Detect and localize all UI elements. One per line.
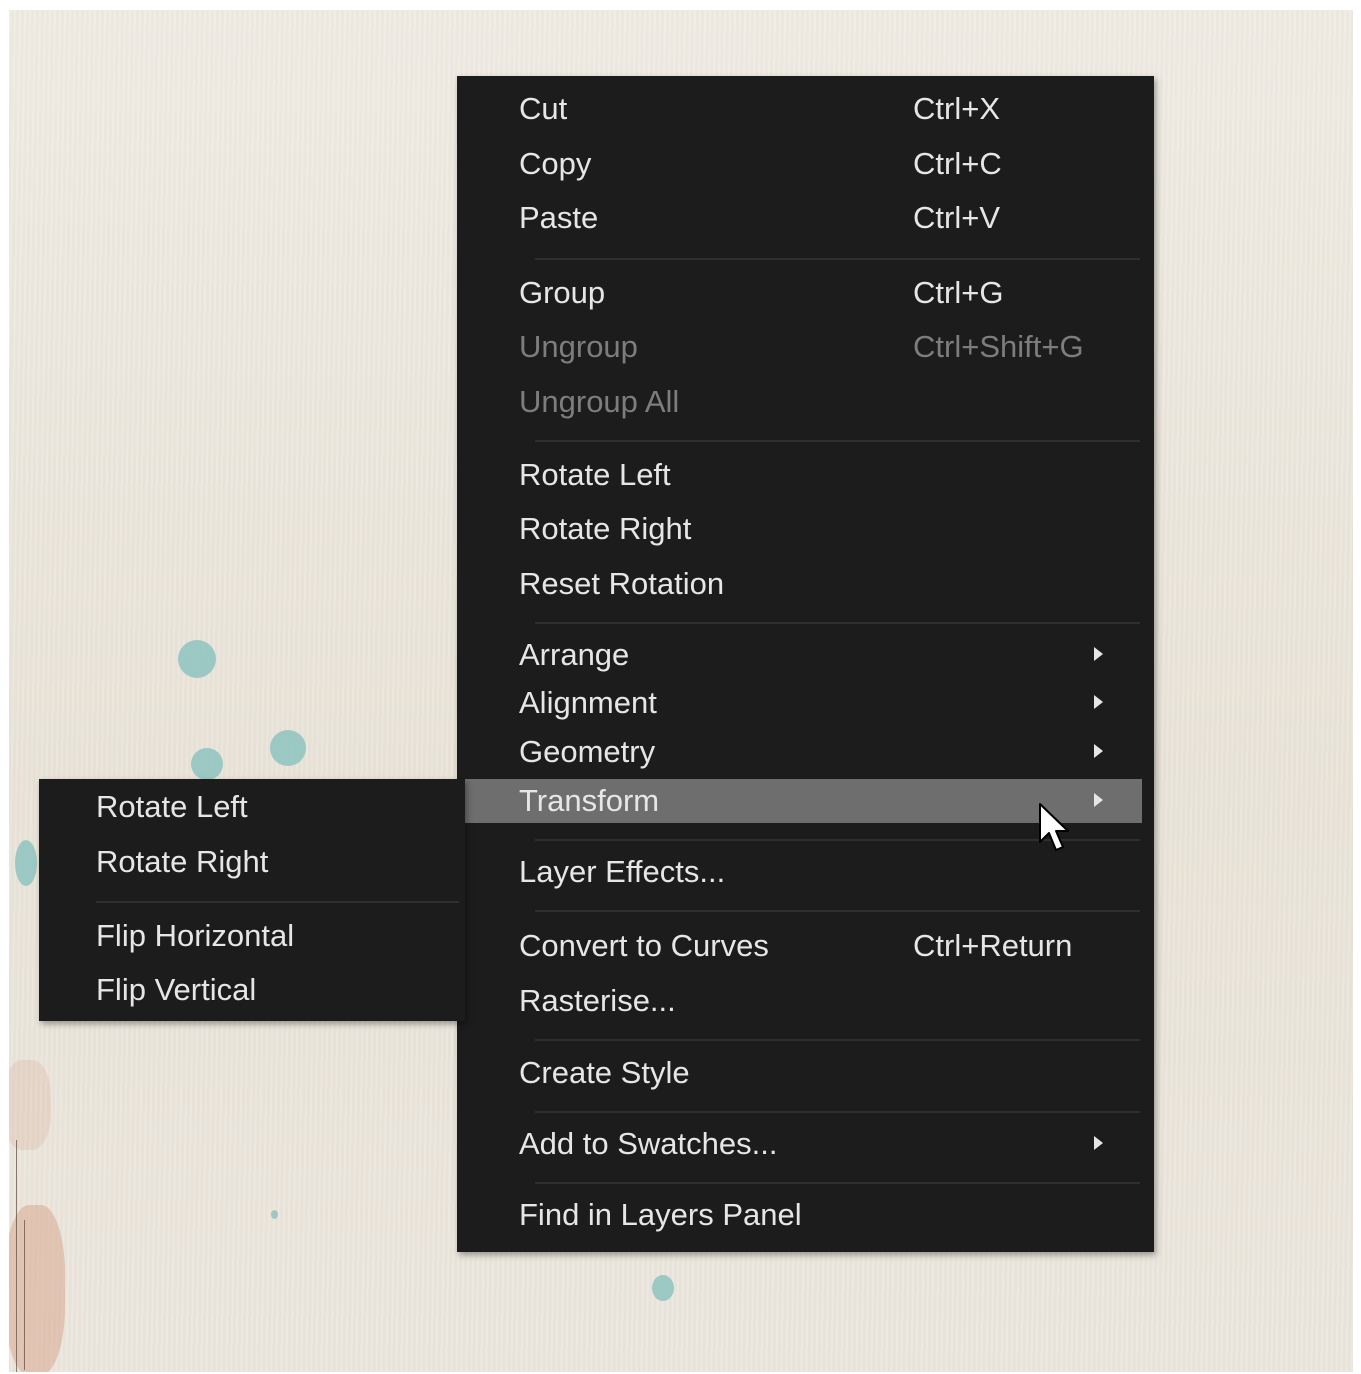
menu-item-label: Rasterise... (519, 983, 676, 1018)
menu-item-label: Geometry (519, 734, 656, 769)
menu-item-convert-to-curves[interactable]: Convert to Curves Ctrl+Return (457, 924, 1154, 968)
menu-separator (535, 622, 1140, 624)
triangle-right-icon (1094, 744, 1103, 758)
menu-item-alignment[interactable]: Alignment (457, 681, 1154, 725)
paint-spot (271, 1210, 278, 1219)
menu-separator (535, 1039, 1140, 1041)
paint-streak (24, 1220, 25, 1370)
menu-separator (535, 1111, 1140, 1113)
menu-item-label: Find in Layers Panel (519, 1197, 802, 1232)
paint-spot (15, 840, 37, 886)
menu-item-rotate-left[interactable]: Rotate Left (457, 453, 1154, 497)
paint-stain (9, 1205, 65, 1372)
paint-spot (178, 640, 216, 678)
menu-item-layer-effects[interactable]: Layer Effects... (457, 850, 1154, 894)
submenu-item-rotate-left[interactable]: Rotate Left (39, 785, 465, 829)
menu-item-label: Ungroup All (519, 384, 680, 419)
paint-stain (9, 1060, 51, 1150)
menu-item-shortcut: Ctrl+C (913, 146, 1002, 181)
menu-separator (96, 901, 459, 903)
menu-item-label: Group (519, 275, 606, 310)
menu-item-label: Flip Horizontal (96, 918, 295, 953)
menu-item-label: Convert to Curves (519, 928, 769, 963)
menu-item-shortcut: Ctrl+X (913, 91, 1000, 126)
triangle-right-icon (1094, 793, 1103, 807)
menu-item-rotate-right[interactable]: Rotate Right (457, 507, 1154, 551)
menu-item-label: Rotate Left (519, 457, 671, 492)
triangle-right-icon (1094, 1136, 1103, 1150)
menu-item-label: Layer Effects... (519, 854, 726, 889)
mouse-cursor-icon (1039, 803, 1069, 851)
menu-item-reset-rotation[interactable]: Reset Rotation (457, 562, 1154, 606)
menu-item-create-style[interactable]: Create Style (457, 1051, 1154, 1095)
menu-item-label: Rotate Right (96, 844, 269, 879)
menu-item-rasterise[interactable]: Rasterise... (457, 979, 1154, 1023)
menu-item-label: Add to Swatches... (519, 1126, 778, 1161)
transform-submenu: Rotate Left Rotate Right Flip Horizontal… (39, 779, 465, 1021)
menu-item-label: Cut (519, 91, 568, 126)
menu-item-cut[interactable]: Cut Ctrl+X (457, 87, 1154, 131)
menu-item-copy[interactable]: Copy Ctrl+C (457, 142, 1154, 186)
paint-streak (16, 1140, 17, 1372)
menu-separator (535, 440, 1140, 442)
menu-separator (535, 910, 1140, 912)
menu-item-label: Alignment (519, 685, 657, 720)
paint-spot (270, 730, 306, 766)
menu-item-label: Rotate Left (96, 789, 248, 824)
menu-item-label: Ungroup (519, 329, 638, 364)
menu-item-label: Rotate Right (519, 511, 692, 546)
menu-item-shortcut: Ctrl+G (913, 275, 1004, 310)
menu-item-shortcut: Ctrl+V (913, 200, 1000, 235)
menu-item-add-to-swatches[interactable]: Add to Swatches... (457, 1122, 1154, 1166)
submenu-item-flip-horizontal[interactable]: Flip Horizontal (39, 914, 465, 958)
menu-item-paste[interactable]: Paste Ctrl+V (457, 196, 1154, 240)
menu-item-ungroup: Ungroup Ctrl+Shift+G (457, 325, 1154, 369)
paint-spot (191, 748, 223, 780)
menu-item-find-in-layers-panel[interactable]: Find in Layers Panel (457, 1193, 1154, 1237)
menu-item-label: Reset Rotation (519, 566, 725, 601)
context-menu: Cut Ctrl+X Copy Ctrl+C Paste Ctrl+V Grou… (457, 76, 1154, 1252)
menu-item-label: Flip Vertical (96, 972, 257, 1007)
submenu-item-rotate-right[interactable]: Rotate Right (39, 840, 465, 884)
menu-item-label: Copy (519, 146, 592, 181)
menu-item-geometry[interactable]: Geometry (457, 730, 1154, 774)
menu-separator (535, 258, 1140, 260)
menu-item-arrange[interactable]: Arrange (457, 633, 1154, 677)
menu-item-shortcut: Ctrl+Return (913, 928, 1073, 963)
triangle-right-icon (1094, 647, 1103, 661)
submenu-item-flip-vertical[interactable]: Flip Vertical (39, 968, 465, 1012)
menu-item-label: Paste (519, 200, 599, 235)
menu-separator (535, 1182, 1140, 1184)
triangle-right-icon (1094, 695, 1103, 709)
paint-spot (652, 1275, 674, 1301)
menu-item-label: Transform (519, 783, 660, 818)
menu-item-shortcut: Ctrl+Shift+G (913, 329, 1084, 364)
menu-item-label: Arrange (519, 637, 630, 672)
menu-item-label: Create Style (519, 1055, 690, 1090)
menu-item-ungroup-all: Ungroup All (457, 380, 1154, 424)
menu-item-group[interactable]: Group Ctrl+G (457, 271, 1154, 315)
